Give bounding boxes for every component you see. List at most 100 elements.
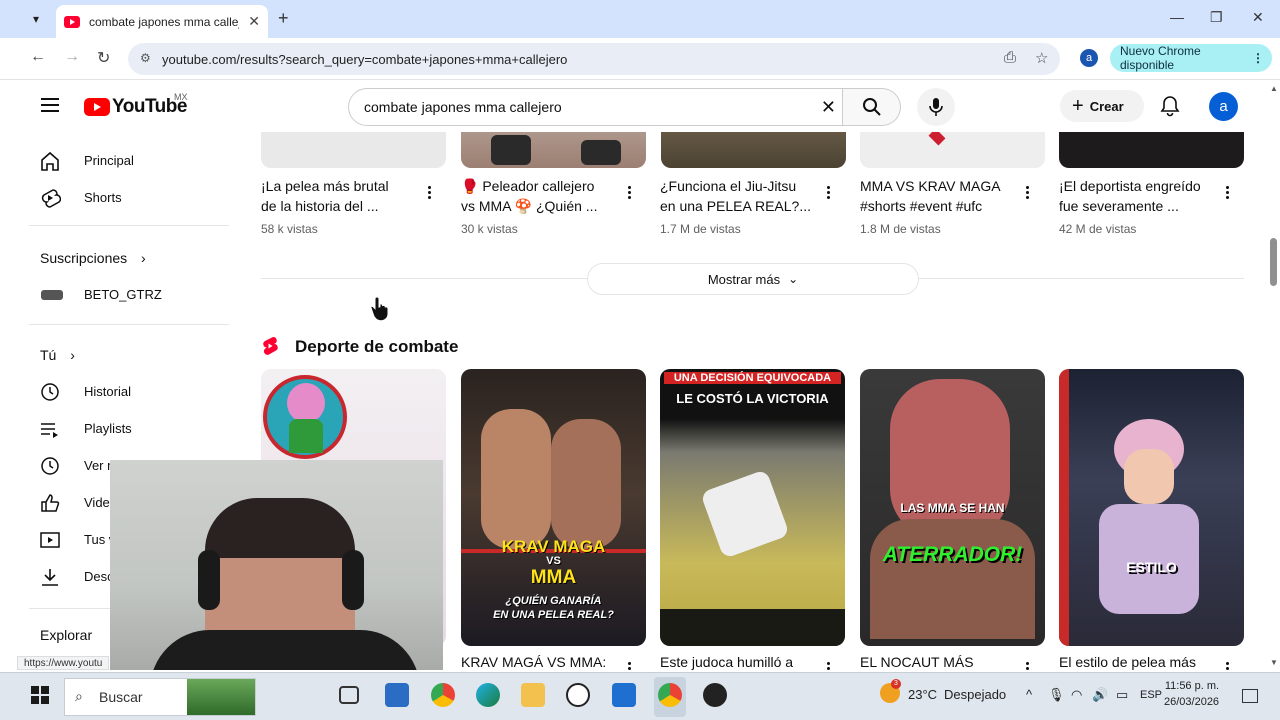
- short-title[interactable]: El estilo de pelea más: [1059, 654, 1219, 670]
- youtube-logo[interactable]: YouTube MX: [84, 92, 188, 118]
- sidebar-item-subscription[interactable]: BETO_GTRZ: [17, 276, 229, 313]
- search-button[interactable]: [843, 88, 901, 126]
- recording-app-icon[interactable]: [703, 683, 727, 707]
- more-vert-icon[interactable]: [827, 662, 831, 670]
- wifi-icon[interactable]: ◠: [1071, 687, 1082, 703]
- short-title[interactable]: KRAV MAGÁ VS MMA:: [461, 654, 621, 670]
- subscriptions-label: Suscripciones: [40, 250, 128, 266]
- new-tab-icon[interactable]: +: [278, 8, 289, 29]
- more-vert-icon[interactable]: [628, 186, 632, 200]
- chrome-icon[interactable]: [658, 683, 682, 707]
- short-thumbnail[interactable]: ESTILO: [1059, 369, 1244, 646]
- minimize-icon[interactable]: —: [1170, 9, 1184, 25]
- search-input[interactable]: combate japones mma callejero ✕: [348, 88, 843, 126]
- short-title[interactable]: Este judoca humilló a: [660, 654, 820, 670]
- chrome-icon[interactable]: [431, 683, 455, 707]
- edge-icon[interactable]: [476, 683, 500, 707]
- close-window-icon[interactable]: ✕: [1252, 9, 1264, 26]
- clock[interactable]: 11:56 p. m. 26/03/2026: [1164, 678, 1219, 710]
- more-vert-icon[interactable]: [827, 186, 831, 200]
- install-app-icon[interactable]: ⎙: [1004, 49, 1016, 66]
- shorts-logo-icon: [263, 336, 278, 355]
- scrollbar-thumb[interactable]: [1270, 238, 1277, 286]
- address-bar[interactable]: ⚙ youtube.com/results?search_query=comba…: [128, 43, 1060, 75]
- chrome-profile-avatar[interactable]: a: [1080, 49, 1098, 67]
- back-icon[interactable]: ←: [30, 48, 46, 66]
- forward-icon[interactable]: →: [64, 48, 80, 66]
- temperature[interactable]: 23°C: [908, 687, 937, 702]
- search-value: combate japones mma callejero: [364, 99, 562, 115]
- short-thumbnail[interactable]: UNA DECISIÓN EQUIVOCADA LE COSTÓ LA VICT…: [660, 369, 845, 646]
- sidebar-item-shorts[interactable]: Shorts: [17, 179, 229, 216]
- tab-search-button[interactable]: ▾: [24, 7, 48, 31]
- video-title-line: en una PELEA REAL?...: [660, 198, 811, 214]
- sidebar-item-principal[interactable]: Principal: [17, 142, 229, 179]
- browser-tab[interactable]: combate japones mma callejero ✕: [56, 5, 268, 38]
- video-title[interactable]: ¿Funciona el Jiu-Jitsu en una PELEA REAL?…: [660, 176, 820, 216]
- you-header[interactable]: Tú ›: [40, 347, 75, 363]
- more-vert-icon[interactable]: [1226, 186, 1230, 200]
- reload-icon[interactable]: ↻: [97, 48, 110, 68]
- task-view-icon[interactable]: [339, 686, 359, 704]
- short-overlay-text: EN UNA PELEA REAL?: [493, 609, 614, 621]
- video-title[interactable]: 🥊 Peleador callejero vs MMA 🍄 ¿Quién ...: [461, 176, 621, 216]
- short-thumbnail[interactable]: KRAV MAGA VS MMA ¿QUIÉN GANARÍA EN UNA P…: [461, 369, 646, 646]
- more-vert-icon[interactable]: [1026, 186, 1030, 200]
- store-icon[interactable]: [612, 683, 636, 707]
- video-views: 58 k vistas: [261, 222, 318, 236]
- scrollbar[interactable]: ▲ ▼: [1267, 80, 1280, 670]
- menu-icon[interactable]: [41, 98, 59, 112]
- more-vert-icon[interactable]: [1226, 662, 1230, 670]
- chrome-update-button[interactable]: Nuevo Chrome disponible ⋮: [1110, 44, 1272, 72]
- more-vert-icon[interactable]: [428, 186, 432, 200]
- video-title-line: vs MMA 🍄 ¿Quién ...: [461, 198, 598, 214]
- sidebar-item-historial[interactable]: Historial: [17, 373, 229, 410]
- video-title-line: ¿Funciona el Jiu-Jitsu: [660, 178, 797, 194]
- tab-strip: ▾ combate japones mma callejero ✕ + — ❐ …: [0, 0, 1280, 38]
- short-overlay-text: KRAV MAGA: [501, 537, 606, 556]
- volume-icon[interactable]: 🔊: [1092, 687, 1108, 703]
- video-title[interactable]: MMA VS KRAV MAGA #shorts #event #ufc: [860, 176, 1020, 216]
- bookmark-star-icon[interactable]: ☆: [1035, 49, 1048, 67]
- microphone-icon: [929, 98, 943, 116]
- sidebar-item-playlists[interactable]: Playlists: [17, 410, 229, 447]
- file-explorer-icon[interactable]: [521, 683, 545, 707]
- clear-search-icon[interactable]: ✕: [821, 97, 836, 118]
- microphone-icon[interactable]: 🎙: [1048, 687, 1065, 703]
- restore-icon[interactable]: ❐: [1210, 9, 1223, 26]
- weather-label[interactable]: Despejado: [944, 687, 1006, 702]
- dell-icon[interactable]: [566, 683, 590, 707]
- outlook-icon[interactable]: [385, 683, 409, 707]
- short-overlay-text: ATERRADOR!: [882, 543, 1023, 566]
- show-more-button[interactable]: Mostrar más ⌄: [587, 263, 919, 295]
- close-tab-icon[interactable]: ✕: [248, 13, 260, 30]
- create-button[interactable]: + Crear: [1060, 90, 1144, 122]
- subscriptions-header[interactable]: Suscripciones ›: [40, 250, 146, 266]
- clock-time: 11:56 p. m.: [1164, 680, 1220, 692]
- tab-title: combate japones mma callejero: [89, 14, 239, 29]
- show-more-label: Mostrar más: [707, 271, 781, 287]
- voice-search-button[interactable]: [917, 88, 955, 126]
- battery-icon[interactable]: ▭: [1116, 687, 1128, 703]
- notifications-icon[interactable]: [1242, 689, 1258, 703]
- scroll-down-icon[interactable]: ▼: [1270, 658, 1278, 667]
- taskbar-search-input[interactable]: ⌕ Buscar: [64, 678, 256, 716]
- video-title[interactable]: ¡El deportista engreído fue severamente .…: [1059, 176, 1219, 216]
- short-thumbnail[interactable]: LAS MMA SE HAN ATERRADOR!: [860, 369, 1045, 646]
- notifications-bell-icon[interactable]: [1160, 95, 1180, 117]
- short-overlay-text: MMA: [530, 567, 577, 588]
- video-title[interactable]: ¡La pelea más brutal de la historia del .…: [261, 176, 421, 216]
- you-label: Tú: [40, 347, 57, 363]
- account-avatar[interactable]: a: [1209, 92, 1238, 121]
- more-vert-icon[interactable]: [628, 662, 632, 670]
- chevron-down-icon: ⌄: [788, 272, 799, 286]
- site-info-icon[interactable]: ⚙: [140, 51, 151, 65]
- chevron-up-icon[interactable]: ^: [1026, 687, 1032, 702]
- search-highlight-image: [187, 679, 255, 715]
- scroll-up-icon[interactable]: ▲: [1270, 84, 1278, 93]
- create-label: Crear: [1089, 98, 1124, 114]
- language-indicator[interactable]: ESP: [1140, 689, 1162, 701]
- windows-start-icon[interactable]: [31, 686, 49, 704]
- more-vert-icon[interactable]: [1026, 662, 1030, 670]
- short-title[interactable]: EL NOCAUT MÁS: [860, 654, 1020, 670]
